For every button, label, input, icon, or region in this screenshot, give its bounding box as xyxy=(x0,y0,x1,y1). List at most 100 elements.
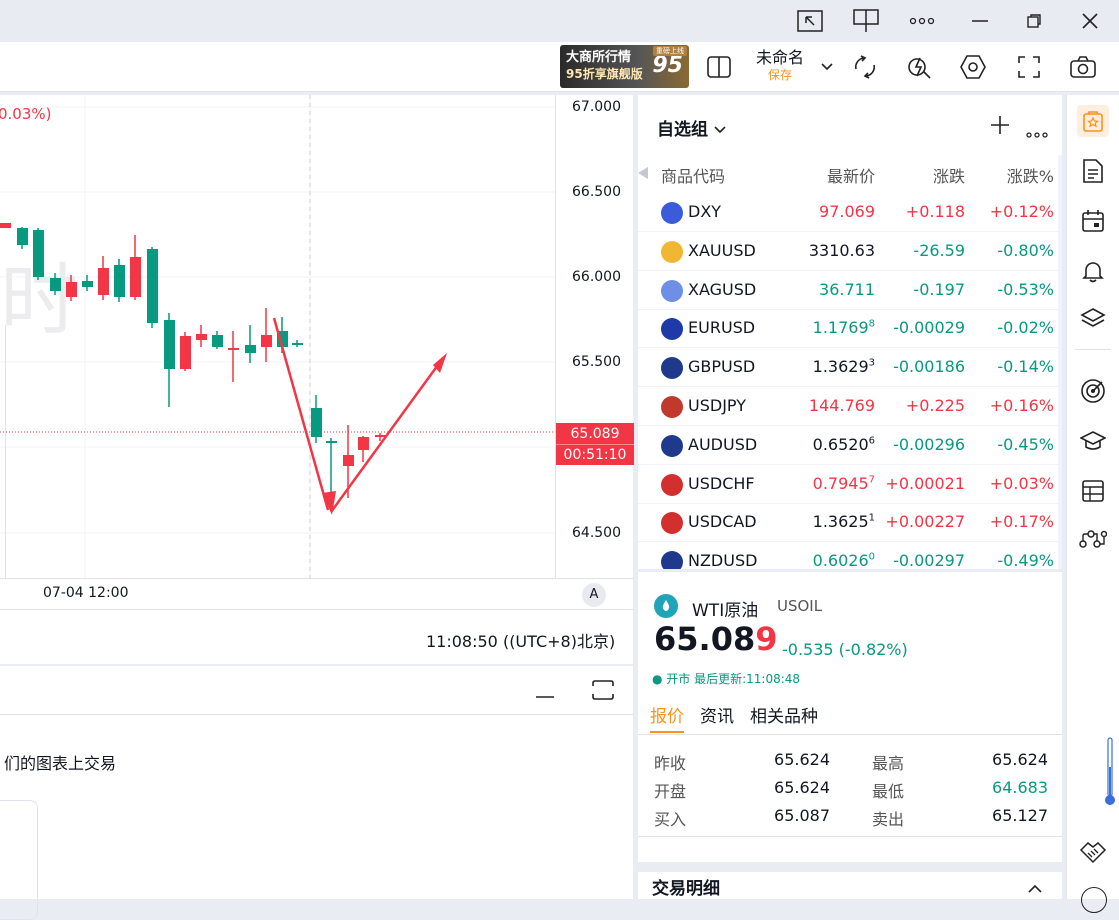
tab-news[interactable]: 资讯 xyxy=(700,702,734,727)
flag-icon xyxy=(661,396,683,418)
row-last: 0.79457 xyxy=(812,473,875,493)
stat-v2: 64.683 xyxy=(992,778,1048,797)
row-symbol: NZDUSD xyxy=(688,551,758,569)
flag-icon xyxy=(661,318,683,341)
chart-pane[interactable]: 时 0.03%) 67.000 66.500 66.000 65.500 64.… xyxy=(0,95,634,609)
watchlist-star-icon[interactable] xyxy=(1077,105,1109,137)
watchlist-row[interactable]: USDJPY 144.769 +0.225 +0.16% xyxy=(638,387,1062,426)
close-icon[interactable] xyxy=(1070,6,1110,36)
handshake-icon[interactable] xyxy=(1077,837,1109,869)
row-symbol: USDJPY xyxy=(688,396,746,415)
table-icon[interactable] xyxy=(1077,475,1109,507)
layers-icon[interactable] xyxy=(1077,303,1109,335)
current-price-badge: 65.089 00:51:10 xyxy=(556,423,634,465)
timezone-clock[interactable]: 11:08:50 ((UTC+8)北京) xyxy=(426,628,615,652)
roadmap-icon[interactable] xyxy=(1077,523,1109,555)
watchlist-more-icon[interactable] xyxy=(1026,123,1048,142)
alert-lightning-icon[interactable] xyxy=(904,52,934,82)
watchlist-row[interactable]: NZDUSD 0.60260 -0.00297 -0.49% xyxy=(638,542,1062,569)
candle-body xyxy=(311,408,322,437)
maximize-panel-icon[interactable] xyxy=(592,680,614,704)
right-sidebar xyxy=(1066,95,1119,913)
tab-related[interactable]: 相关品种 xyxy=(750,702,818,727)
stat-v2: 65.624 xyxy=(992,750,1048,769)
stat-k2: 卖出 xyxy=(872,810,905,829)
price-axis[interactable]: 67.000 66.500 66.000 65.500 64.500 65.08… xyxy=(555,95,634,578)
auto-scale-button[interactable]: A xyxy=(582,583,606,607)
candle-body xyxy=(196,334,207,340)
calendar-icon[interactable] xyxy=(1077,205,1109,237)
layout-name[interactable]: 未命名 保存 xyxy=(750,48,810,82)
candle-body xyxy=(343,455,354,466)
minimize-icon[interactable] xyxy=(960,6,1000,36)
row-change-pct: -0.49% xyxy=(997,551,1054,569)
split-view-icon[interactable] xyxy=(704,52,734,82)
flag-icon xyxy=(661,473,683,496)
watchlist-row[interactable]: XAGUSD 36.711 -0.197 -0.53% xyxy=(638,271,1062,310)
candle-body xyxy=(164,320,175,369)
candle-body xyxy=(82,281,93,287)
collapse-arrow-icon[interactable] xyxy=(638,167,648,179)
row-last: 1.36251 xyxy=(812,512,875,532)
col-symbol[interactable]: 商品代码 xyxy=(661,163,725,187)
watchlist-scrollbar[interactable] xyxy=(1058,155,1062,569)
oil-drop-icon xyxy=(654,594,678,618)
row-change: -0.00297 xyxy=(893,551,965,569)
row-symbol: XAGUSD xyxy=(688,279,757,299)
camera-icon[interactable] xyxy=(1068,52,1098,82)
col-change-pct[interactable]: 涨跌% xyxy=(1007,163,1054,187)
stat-k2: 最低 xyxy=(872,782,905,801)
settings-hexagon-icon[interactable] xyxy=(958,52,988,82)
add-symbol-icon[interactable] xyxy=(990,115,1010,139)
trading-panel: 们的图表上交易 xyxy=(0,666,633,920)
help-icon[interactable] xyxy=(1081,887,1107,913)
watchlist-row[interactable]: GBPUSD 1.36293 -0.00186 -0.14% xyxy=(638,348,1062,388)
market-status: ● 开市 最后更新:11:08:48 xyxy=(652,672,801,686)
row-last: 3310.63 xyxy=(808,240,875,260)
candle-body xyxy=(180,336,191,369)
row-change-pct: +0.17% xyxy=(989,512,1054,532)
sync-icon[interactable] xyxy=(850,52,880,82)
watchlist-row[interactable]: USDCHF 0.79457 +0.00021 +0.03% xyxy=(638,465,1062,504)
promo-banner[interactable]: 大商所行情 95折享旗舰版 95 重磅上线 xyxy=(560,45,689,88)
flag-icon xyxy=(661,551,683,569)
candlestick-chart[interactable]: 时 0.03%) xyxy=(0,95,555,578)
flag-icon xyxy=(661,202,683,224)
more-icon[interactable] xyxy=(902,6,942,36)
symbol-code: USOIL xyxy=(777,597,823,615)
watchlist-title[interactable]: 自选组 xyxy=(657,115,726,140)
title-bar xyxy=(0,0,1119,42)
col-last[interactable]: 最新价 xyxy=(827,163,875,187)
education-icon[interactable] xyxy=(1077,425,1109,457)
watchlist-panel: 自选组 商品代码 最新价 涨跌 涨跌% DXY 97.069 +0.118 +0.12… xyxy=(638,95,1062,569)
row-last: 97.069 xyxy=(819,202,875,221)
stat-v1: 65.087 xyxy=(774,806,830,825)
layout-split-icon[interactable] xyxy=(846,6,886,36)
flag-icon xyxy=(661,512,683,535)
chevron-up-icon[interactable] xyxy=(1028,878,1042,897)
bell-icon[interactable] xyxy=(1077,255,1109,287)
candle-body xyxy=(245,345,256,353)
time-axis[interactable]: 07-04 12:00 A xyxy=(0,578,633,608)
chevron-down-icon[interactable] xyxy=(812,52,842,82)
drawing-arrow[interactable] xyxy=(272,317,447,515)
notes-icon[interactable] xyxy=(1077,155,1109,187)
maximize-icon[interactable] xyxy=(1014,6,1054,36)
symbol-change: -0.535 (-0.82%) xyxy=(782,640,908,659)
watchlist-row[interactable]: DXY 97.069 +0.118 +0.12% xyxy=(638,193,1062,232)
restore-layout-icon[interactable] xyxy=(790,6,830,36)
chart-bottom-bar: 11:08:50 ((UTC+8)北京) xyxy=(0,609,633,664)
row-symbol: AUDUSD xyxy=(688,434,758,454)
watchlist-row[interactable]: EURUSD 1.17698 -0.00029 -0.02% xyxy=(638,309,1062,349)
fullscreen-icon[interactable] xyxy=(1014,52,1044,82)
watchlist-row[interactable]: USDCAD 1.36251 +0.00227 +0.17% xyxy=(638,503,1062,543)
tab-quote[interactable]: 报价 xyxy=(650,702,684,733)
candle-body xyxy=(212,335,223,347)
watchlist-row[interactable]: XAUUSD 3310.63 -26.59 -0.80% xyxy=(638,232,1062,271)
target-icon[interactable] xyxy=(1077,375,1109,407)
row-change: -0.00029 xyxy=(893,318,965,338)
watchlist-row[interactable]: AUDUSD 0.65206 -0.00296 -0.45% xyxy=(638,426,1062,465)
chart-change-pct: 0.03%) xyxy=(0,105,52,123)
col-change[interactable]: 涨跌 xyxy=(933,163,965,187)
minimize-panel-icon[interactable] xyxy=(536,682,554,704)
